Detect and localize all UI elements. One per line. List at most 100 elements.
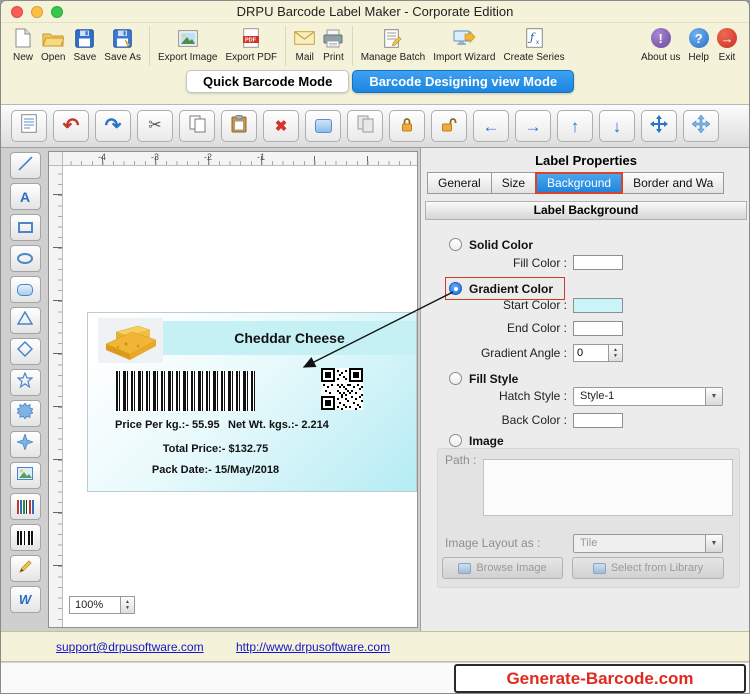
star-icon: [16, 371, 34, 393]
toolbar-exit-button[interactable]: → Exit: [717, 25, 737, 63]
seal-icon: [16, 402, 34, 424]
product-name[interactable]: Cheddar Cheese: [163, 321, 416, 355]
svg-text:x: x: [536, 40, 539, 46]
price-text[interactable]: Price Per kg.:- 55.95: [115, 419, 220, 431]
arrow-left-icon: ←: [482, 116, 500, 136]
delete-button[interactable]: ✖: [263, 110, 299, 142]
undo-button[interactable]: ↶: [53, 110, 89, 142]
solid-color-option[interactable]: Solid Color: [449, 237, 533, 252]
copy-style-button[interactable]: [347, 110, 383, 142]
toolbar-save-as-button[interactable]: Save As: [104, 25, 141, 63]
solid-color-radio[interactable]: [449, 238, 462, 251]
gradient-color-radio[interactable]: [449, 282, 462, 295]
net-weight-text[interactable]: Net Wt. kgs.:- 2.214: [228, 419, 329, 431]
unlock-button[interactable]: [431, 110, 467, 142]
lock-button[interactable]: [389, 110, 425, 142]
barcode-object[interactable]: [116, 371, 255, 411]
hatch-style-dropdown[interactable]: Style-1 ▼: [573, 387, 723, 406]
move-right-button[interactable]: →: [515, 110, 551, 142]
tool-pencil[interactable]: [9, 555, 41, 582]
fill-style-radio[interactable]: [449, 372, 462, 385]
toolbar-new-button[interactable]: New: [13, 25, 33, 63]
start-color-swatch[interactable]: [573, 298, 623, 313]
toolbar-export-pdf-button[interactable]: PDF Export PDF: [225, 25, 277, 63]
minimize-window-button[interactable]: [31, 6, 43, 18]
image-radio[interactable]: [449, 434, 462, 447]
website-link[interactable]: http://www.drpusoftware.com: [236, 640, 390, 654]
zoom-stepper[interactable]: ▲ ▼: [120, 597, 134, 613]
tool-line[interactable]: [9, 152, 41, 179]
toolbar-save-button[interactable]: Save: [73, 25, 96, 63]
toolbar-open-button[interactable]: Open: [41, 25, 65, 63]
help-icon: ?: [688, 25, 709, 51]
tool-ellipse[interactable]: [9, 245, 41, 272]
tool-watermark[interactable]: W: [9, 586, 41, 613]
tool-text[interactable]: A: [9, 183, 41, 210]
cheese-photo[interactable]: [98, 318, 163, 363]
fill-color-swatch[interactable]: [573, 255, 623, 270]
toolbar-create-series-button[interactable]: ƒx Create Series: [503, 25, 565, 63]
move-left-button[interactable]: ←: [473, 110, 509, 142]
move-object-button[interactable]: [641, 110, 677, 142]
toolbar-label: Help: [688, 52, 709, 63]
center-object-button[interactable]: [683, 110, 719, 142]
fill-style-option[interactable]: Fill Style: [449, 371, 518, 386]
label-properties-panel: Label Properties General Size Background…: [420, 148, 749, 631]
tool-four-point-star[interactable]: [9, 431, 41, 458]
angle-stepper[interactable]: ▲ ▼: [609, 344, 623, 362]
image-layout-dropdown[interactable]: Tile ▼: [573, 534, 723, 553]
move-up-button[interactable]: ↑: [557, 110, 593, 142]
tab-general[interactable]: General: [427, 172, 492, 194]
copy-button[interactable]: [179, 110, 215, 142]
move-down-button[interactable]: ↓: [599, 110, 635, 142]
toolbar-print-button[interactable]: Print: [323, 25, 344, 63]
tool-barcode[interactable]: [9, 524, 41, 551]
toolbar-mail-button[interactable]: Mail: [294, 25, 315, 63]
toolbar-separator: [285, 26, 287, 66]
label-design-object[interactable]: Cheddar Cheese Price Per kg.:- 55.95 Net…: [87, 312, 417, 492]
toolbar-label: Open: [41, 52, 66, 63]
toolbar-manage-batch-button[interactable]: Manage Batch: [361, 25, 425, 63]
back-color-swatch[interactable]: [573, 413, 623, 428]
tool-diamond[interactable]: [9, 338, 41, 365]
total-price-text[interactable]: Total Price:- $132.75: [88, 443, 343, 455]
toolbar-export-image-button[interactable]: Export Image: [158, 25, 217, 63]
select-from-library-button[interactable]: Select from Library: [572, 557, 724, 579]
zoom-control[interactable]: 100% ▲ ▼: [69, 596, 135, 614]
gradient-color-option[interactable]: Gradient Color: [449, 281, 553, 296]
design-canvas[interactable]: -4 -3 -2 -1 Cheddar Cheese Price Per kg.…: [48, 151, 418, 628]
app-window: DRPU Barcode Label Maker - Corporate Edi…: [0, 0, 750, 694]
tool-colored-barcode[interactable]: [9, 493, 41, 520]
barcode-designing-mode-tab[interactable]: Barcode Designing view Mode: [352, 70, 575, 93]
svg-text:PDF: PDF: [245, 38, 257, 44]
toolbar-help-button[interactable]: ? Help: [688, 25, 709, 63]
tool-rectangle[interactable]: [9, 214, 41, 241]
toolbar-import-wizard-button[interactable]: Import Wizard: [433, 25, 495, 63]
image-path-textarea[interactable]: [483, 459, 733, 516]
paste-button[interactable]: [221, 110, 257, 142]
tab-border-watermark[interactable]: Border and Wa: [622, 172, 725, 194]
tool-rounded-rectangle[interactable]: [9, 276, 41, 303]
tool-image[interactable]: [9, 462, 41, 489]
image-option[interactable]: Image: [449, 433, 504, 448]
browse-image-button[interactable]: Browse Image: [442, 557, 563, 579]
pack-date-text[interactable]: Pack Date:- 15/May/2018: [88, 464, 343, 476]
manage-batch-icon: [384, 25, 402, 51]
tab-size[interactable]: Size: [490, 172, 537, 194]
tool-seal[interactable]: [9, 400, 41, 427]
fill-color-button[interactable]: [305, 110, 341, 142]
zoom-window-button[interactable]: [51, 6, 63, 18]
cut-button[interactable]: ✂: [137, 110, 173, 142]
qr-code-object[interactable]: [321, 368, 363, 410]
close-window-button[interactable]: [11, 6, 23, 18]
gradient-angle-input[interactable]: [573, 344, 609, 362]
redo-button[interactable]: ↷: [95, 110, 131, 142]
support-email-link[interactable]: support@drpusoftware.com: [56, 640, 204, 654]
tool-star[interactable]: [9, 369, 41, 396]
toolbar-about-button[interactable]: ! About us: [641, 25, 680, 63]
quick-barcode-mode-tab[interactable]: Quick Barcode Mode: [186, 70, 350, 93]
report-button[interactable]: [11, 110, 47, 142]
tab-background[interactable]: Background: [535, 172, 624, 194]
end-color-swatch[interactable]: [573, 321, 623, 336]
tool-triangle[interactable]: [9, 307, 41, 334]
